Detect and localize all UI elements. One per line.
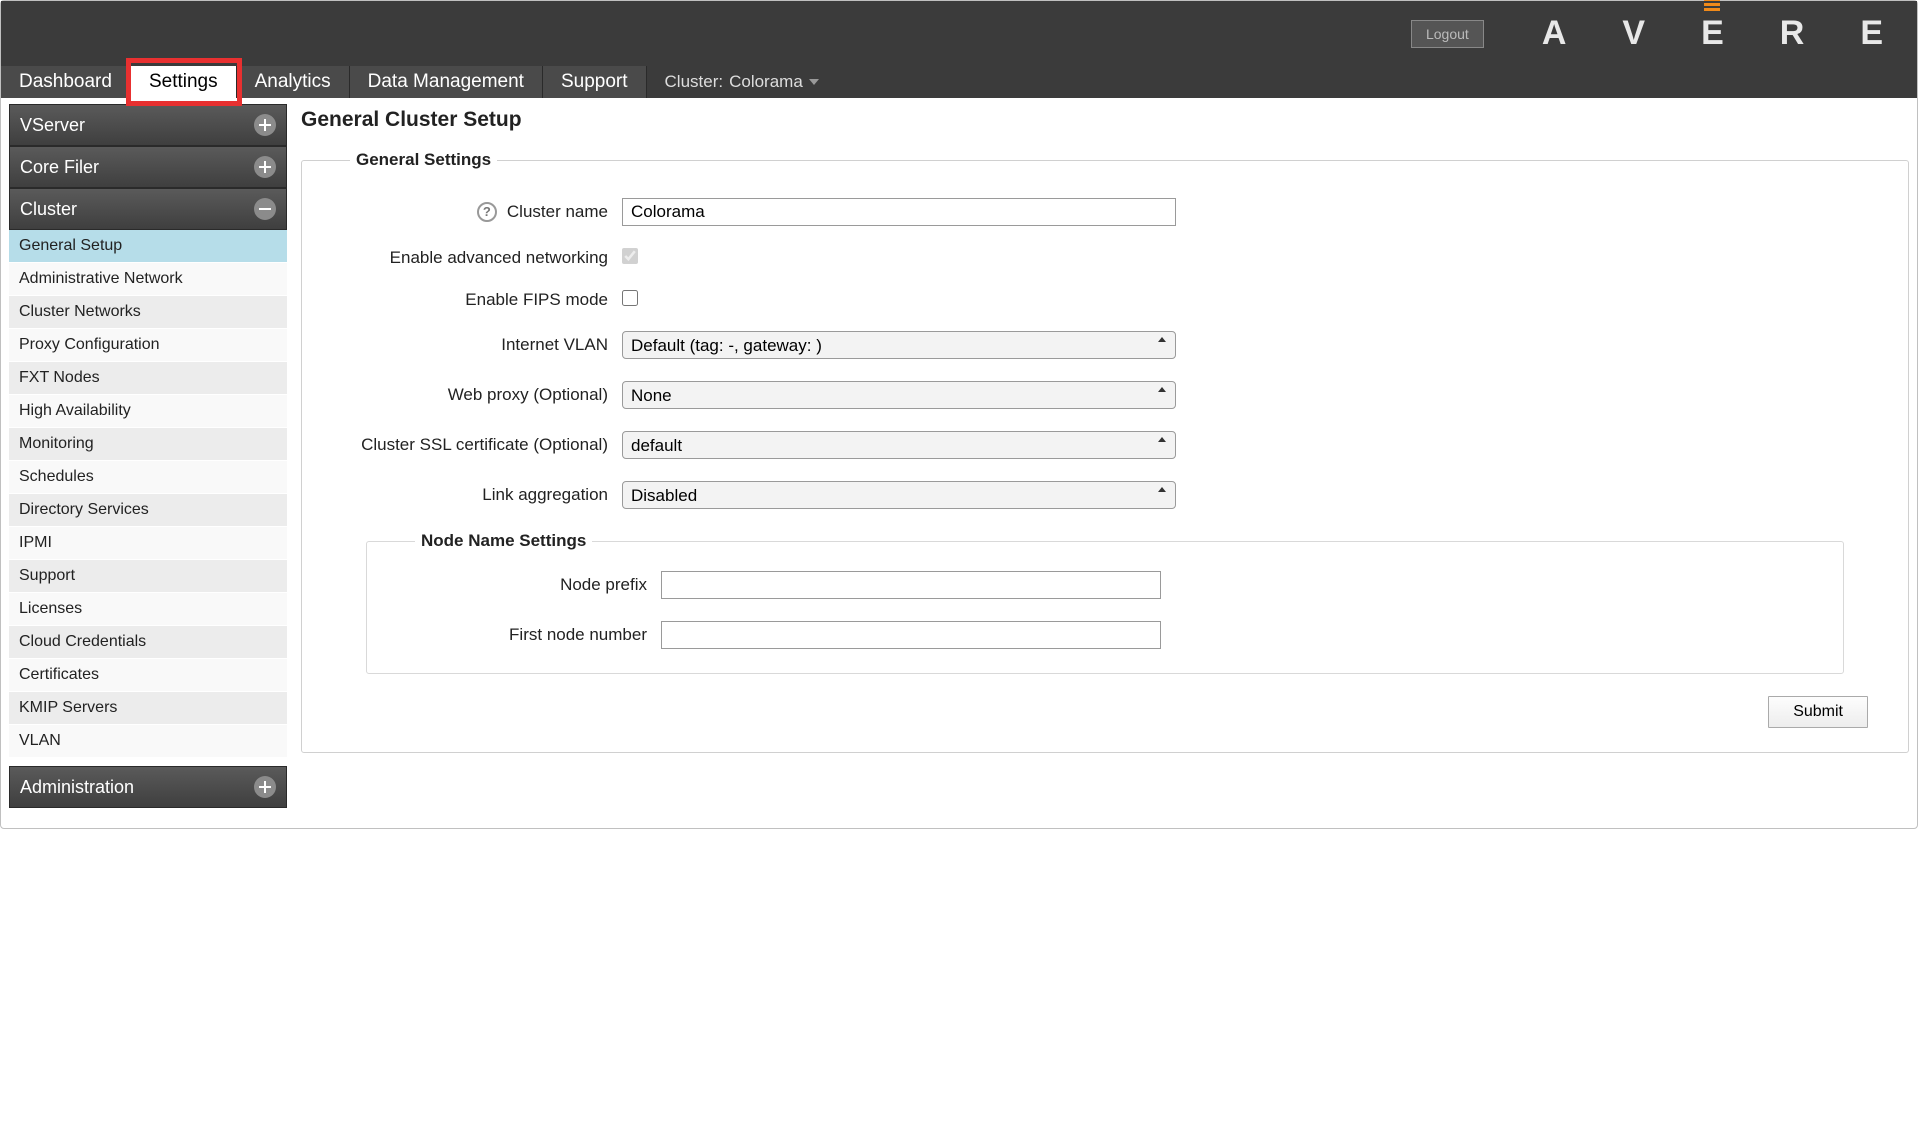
expand-icon [254, 776, 276, 798]
sidebar-item-administrative-network[interactable]: Administrative Network [9, 263, 287, 296]
label-node-prefix: Node prefix [407, 575, 661, 595]
tab-support[interactable]: Support [543, 66, 647, 98]
sidebar-group-label: Core Filer [20, 157, 99, 178]
expand-icon [254, 114, 276, 136]
sidebar-item-directory-services[interactable]: Directory Services [9, 494, 287, 527]
logout-button[interactable]: Logout [1411, 20, 1484, 48]
collapse-icon [254, 198, 276, 220]
sidebar-group-label: Cluster [20, 199, 77, 220]
label-cluster-name: Cluster name [507, 202, 608, 222]
cluster-name-input[interactable] [622, 198, 1176, 226]
tab-dashboard[interactable]: Dashboard [1, 66, 131, 98]
sidebar-item-high-availability[interactable]: High Availability [9, 395, 287, 428]
sidebar-item-cloud-credentials[interactable]: Cloud Credentials [9, 626, 287, 659]
sidebar-group-label: Administration [20, 777, 134, 798]
sidebar-item-monitoring[interactable]: Monitoring [9, 428, 287, 461]
expand-icon [254, 156, 276, 178]
sidebar-group-administration[interactable]: Administration [9, 766, 287, 808]
label-web-proxy: Web proxy (Optional) [342, 385, 622, 405]
sidebar-item-ipmi[interactable]: IPMI [9, 527, 287, 560]
sidebar-group-cluster[interactable]: Cluster [9, 188, 287, 230]
node-name-settings-fieldset: Node Name Settings Node prefix First nod… [366, 531, 1844, 674]
chevron-down-icon [809, 79, 819, 85]
app-header: Logout AV E RE Dashboard Settings Analyt… [1, 1, 1917, 98]
sidebar-item-schedules[interactable]: Schedules [9, 461, 287, 494]
help-icon[interactable]: ? [477, 202, 497, 222]
page-title: General Cluster Setup [301, 108, 1909, 132]
label-fips: Enable FIPS mode [342, 290, 622, 310]
link-aggregation-select[interactable]: Disabled [622, 481, 1176, 509]
sidebar-group-vserver[interactable]: VServer [9, 104, 287, 146]
sidebar-cluster-items: General Setup Administrative Network Clu… [9, 230, 287, 758]
sidebar-item-kmip-servers[interactable]: KMIP Servers [9, 692, 287, 725]
sidebar-item-certificates[interactable]: Certificates [9, 659, 287, 692]
settings-sidebar: VServer Core Filer Cluster General Setup… [9, 104, 287, 808]
brand-logo: AV E RE [1542, 14, 1883, 53]
general-settings-fieldset: General Settings ? Cluster name Enable a… [301, 150, 1909, 753]
fips-checkbox[interactable] [622, 290, 638, 306]
sidebar-item-cluster-networks[interactable]: Cluster Networks [9, 296, 287, 329]
sidebar-item-proxy-configuration[interactable]: Proxy Configuration [9, 329, 287, 362]
sidebar-group-label: VServer [20, 115, 85, 136]
general-settings-legend: General Settings [350, 150, 497, 170]
label-ssl-cert: Cluster SSL certificate (Optional) [342, 435, 622, 455]
node-name-settings-legend: Node Name Settings [415, 531, 592, 551]
ssl-cert-select[interactable]: default [622, 431, 1176, 459]
web-proxy-select[interactable]: None [622, 381, 1176, 409]
internet-vlan-select[interactable]: Default (tag: -, gateway: ) [622, 331, 1176, 359]
first-node-number-input[interactable] [661, 621, 1161, 649]
tab-settings[interactable]: Settings [131, 66, 237, 98]
tab-data-management[interactable]: Data Management [350, 66, 543, 98]
sidebar-group-corefiler[interactable]: Core Filer [9, 146, 287, 188]
adv-networking-checkbox[interactable] [622, 248, 638, 264]
main-tabs: Dashboard Settings Analytics Data Manage… [1, 66, 1917, 98]
sidebar-item-support[interactable]: Support [9, 560, 287, 593]
tab-analytics[interactable]: Analytics [237, 66, 350, 98]
cluster-selector[interactable]: Cluster: Colorama [665, 72, 819, 92]
cluster-name: Colorama [729, 72, 803, 92]
label-first-node-number: First node number [407, 625, 661, 645]
label-link-aggregation: Link aggregation [342, 485, 622, 505]
node-prefix-input[interactable] [661, 571, 1161, 599]
main-content: General Cluster Setup General Settings ?… [287, 104, 1909, 808]
label-adv-networking: Enable advanced networking [342, 248, 622, 268]
sidebar-item-fxt-nodes[interactable]: FXT Nodes [9, 362, 287, 395]
sidebar-item-vlan[interactable]: VLAN [9, 725, 287, 758]
submit-button[interactable]: Submit [1768, 696, 1868, 728]
label-internet-vlan: Internet VLAN [342, 335, 622, 355]
sidebar-item-licenses[interactable]: Licenses [9, 593, 287, 626]
sidebar-item-general-setup[interactable]: General Setup [9, 230, 287, 263]
cluster-prefix: Cluster: [665, 72, 724, 92]
